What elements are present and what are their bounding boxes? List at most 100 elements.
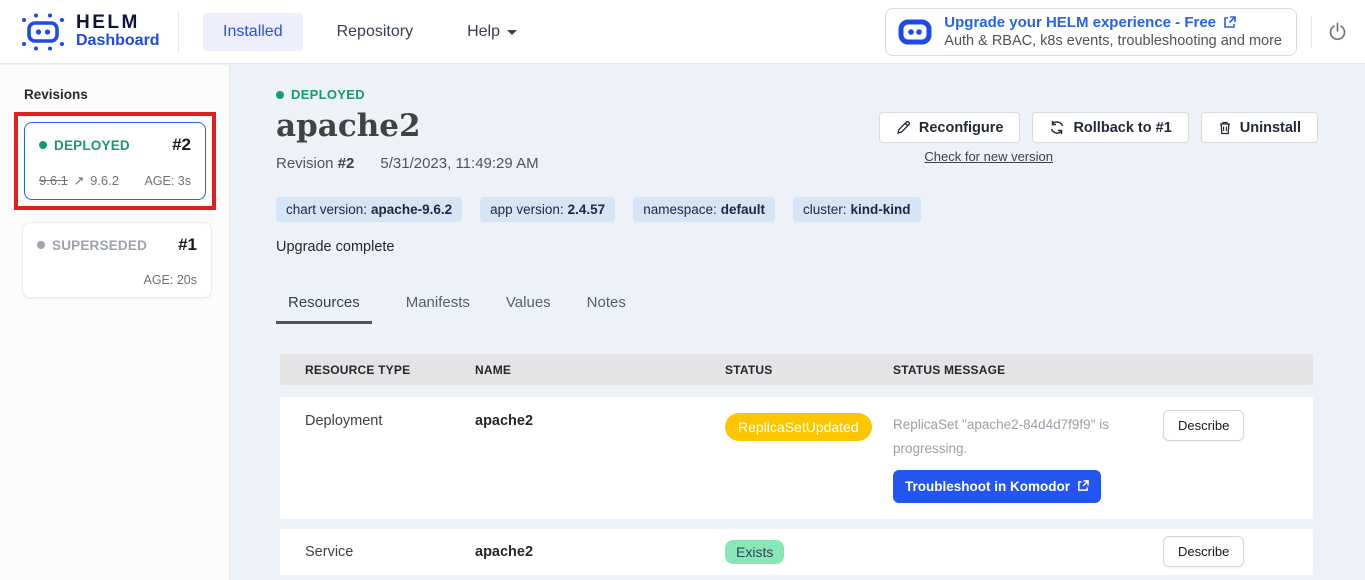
release-detail-panel: DEPLOYED apache2 Revision #2 5/31/2023, … bbox=[231, 65, 1365, 580]
badge-value: apache-9.6.2 bbox=[371, 202, 452, 217]
nav-tab-repository[interactable]: Repository bbox=[317, 13, 433, 51]
resource-type-cell: Deployment bbox=[305, 413, 475, 429]
revision-status-label: DEPLOYED bbox=[54, 138, 130, 153]
app-version-badge: app version: 2.4.57 bbox=[480, 197, 615, 222]
header-divider bbox=[178, 12, 179, 52]
revision-number: #2 bbox=[172, 135, 191, 155]
highlight-annotation-frame: DEPLOYED #2 9.6.1 ↗ 9.6.2 AGE: 3s bbox=[14, 112, 216, 210]
release-description: Upgrade complete bbox=[276, 239, 1365, 255]
badge-label: app version: bbox=[490, 202, 564, 217]
pencil-icon bbox=[896, 120, 911, 135]
nav-menu-help[interactable]: Help bbox=[447, 13, 537, 51]
helm-robot-icon bbox=[20, 11, 66, 53]
troubleshoot-komodor-button[interactable]: Troubleshoot in Komodor bbox=[893, 470, 1101, 503]
logo-text: HELM Dashboard bbox=[76, 13, 160, 50]
col-status: STATUS bbox=[725, 363, 893, 377]
top-bar: HELM Dashboard Installed Repository Help… bbox=[0, 0, 1365, 64]
helm-dashboard-logo[interactable]: HELM Dashboard bbox=[0, 11, 178, 53]
status-badge: ReplicaSetUpdated bbox=[725, 413, 872, 441]
nav-repository-label: Repository bbox=[337, 23, 413, 41]
revisions-title: Revisions bbox=[24, 87, 229, 102]
revision-number: #1 bbox=[178, 235, 197, 255]
tab-values[interactable]: Values bbox=[504, 288, 553, 324]
upgrade-banner-subtitle: Auth & RBAC, k8s events, troubleshooting… bbox=[944, 33, 1282, 49]
upgrade-banner[interactable]: Upgrade your HELM experience - Free Auth… bbox=[885, 8, 1297, 56]
header-divider bbox=[1311, 16, 1312, 48]
status-message: ReplicaSet "apache2-84d4d7f9f9" is progr… bbox=[893, 413, 1133, 462]
uninstall-button[interactable]: Uninstall bbox=[1201, 112, 1318, 143]
col-status-message: STATUS MESSAGE bbox=[893, 363, 1163, 377]
resource-type-cell: Service bbox=[305, 544, 475, 560]
external-link-icon bbox=[1223, 16, 1236, 29]
badge-value: default bbox=[721, 202, 765, 217]
revision-card-2[interactable]: DEPLOYED #2 9.6.1 ↗ 9.6.2 AGE: 3s bbox=[24, 122, 206, 200]
cluster-badge: cluster: kind-kind bbox=[793, 197, 921, 222]
revision-number: #2 bbox=[338, 155, 355, 172]
version-change: 9.6.1 ↗ 9.6.2 bbox=[39, 173, 119, 189]
rollback-label: Rollback to #1 bbox=[1073, 120, 1171, 136]
revisions-sidebar: Revisions DEPLOYED #2 9.6.1 ↗ 9.6.2 AGE:… bbox=[0, 65, 230, 580]
komodor-icon bbox=[898, 18, 932, 46]
tab-notes[interactable]: Notes bbox=[585, 288, 628, 324]
main-navigation: Installed Repository Help bbox=[203, 13, 537, 51]
table-row: Service apache2 Exists Describe bbox=[280, 529, 1313, 575]
logo-subtitle: Dashboard bbox=[76, 33, 160, 50]
tab-resources[interactable]: Resources bbox=[276, 288, 372, 324]
reconfigure-button[interactable]: Reconfigure bbox=[879, 112, 1021, 143]
upgrade-banner-title: Upgrade your HELM experience - Free bbox=[944, 14, 1216, 31]
status-dot-icon bbox=[276, 91, 284, 99]
troubleshoot-label: Troubleshoot in Komodor bbox=[905, 479, 1070, 494]
chart-version-badge: chart version: apache-9.6.2 bbox=[276, 197, 462, 222]
shutdown-button[interactable] bbox=[1328, 22, 1347, 41]
release-timestamp: 5/31/2023, 11:49:29 AM bbox=[380, 155, 538, 172]
external-link-icon bbox=[1077, 480, 1089, 492]
tab-manifests[interactable]: Manifests bbox=[404, 288, 472, 324]
power-icon bbox=[1328, 22, 1347, 41]
status-badge: Exists bbox=[725, 540, 784, 564]
logo-title: HELM bbox=[76, 13, 160, 33]
nav-help-label: Help bbox=[467, 23, 500, 41]
reconfigure-label: Reconfigure bbox=[919, 120, 1004, 136]
status-dot-icon bbox=[39, 141, 47, 149]
revision-age: AGE: 3s bbox=[144, 174, 191, 188]
namespace-badge: namespace: default bbox=[633, 197, 775, 222]
table-header-row: RESOURCE TYPE NAME STATUS STATUS MESSAGE bbox=[280, 354, 1313, 385]
revision-age: AGE: 20s bbox=[144, 273, 198, 287]
revision-label: Revision #2 bbox=[276, 155, 354, 172]
nav-installed-label: Installed bbox=[223, 23, 283, 41]
col-name: NAME bbox=[475, 363, 725, 377]
rollback-button[interactable]: Rollback to #1 bbox=[1032, 112, 1188, 143]
status-dot-icon bbox=[37, 241, 45, 249]
badge-label: chart version: bbox=[286, 202, 367, 217]
describe-button[interactable]: Describe bbox=[1163, 410, 1244, 441]
revision-word: Revision bbox=[276, 155, 334, 172]
release-metadata-badges: chart version: apache-9.6.2 app version: 2… bbox=[276, 197, 1365, 222]
badge-label: namespace: bbox=[643, 202, 717, 217]
nav-tab-installed[interactable]: Installed bbox=[203, 13, 303, 51]
chevron-down-icon bbox=[507, 30, 517, 35]
trash-icon bbox=[1218, 120, 1232, 135]
resources-table: RESOURCE TYPE NAME STATUS STATUS MESSAGE… bbox=[280, 354, 1313, 575]
badge-value: kind-kind bbox=[851, 202, 911, 217]
col-resource-type: RESOURCE TYPE bbox=[305, 363, 475, 377]
revision-status-label: SUPERSEDED bbox=[52, 238, 147, 253]
deployed-status-label: DEPLOYED bbox=[291, 87, 365, 102]
detail-tabs: Resources Manifests Values Notes bbox=[276, 288, 1365, 324]
rollback-icon bbox=[1049, 120, 1065, 135]
old-version: 9.6.1 bbox=[39, 173, 68, 188]
revision-status: DEPLOYED bbox=[39, 138, 130, 153]
upgrade-banner-text: Upgrade your HELM experience - Free Auth… bbox=[944, 14, 1282, 49]
resource-name-cell: apache2 bbox=[475, 544, 725, 560]
release-actions: Reconfigure Rollback to #1 Uninstall bbox=[879, 112, 1318, 143]
badge-value: 2.4.57 bbox=[568, 202, 606, 217]
deployed-status: DEPLOYED bbox=[276, 87, 1365, 102]
new-version: 9.6.2 bbox=[90, 173, 119, 188]
revision-status: SUPERSEDED bbox=[37, 238, 147, 253]
revision-card-1[interactable]: SUPERSEDED #1 AGE: 20s bbox=[22, 222, 212, 298]
revision-info: Revision #2 5/31/2023, 11:49:29 AM bbox=[276, 155, 1365, 172]
upgrade-arrow-icon: ↗ bbox=[74, 173, 85, 188]
badge-label: cluster: bbox=[803, 202, 847, 217]
check-new-version-link[interactable]: Check for new version bbox=[924, 149, 1053, 164]
describe-button[interactable]: Describe bbox=[1163, 536, 1244, 567]
resource-name-cell: apache2 bbox=[475, 413, 725, 429]
